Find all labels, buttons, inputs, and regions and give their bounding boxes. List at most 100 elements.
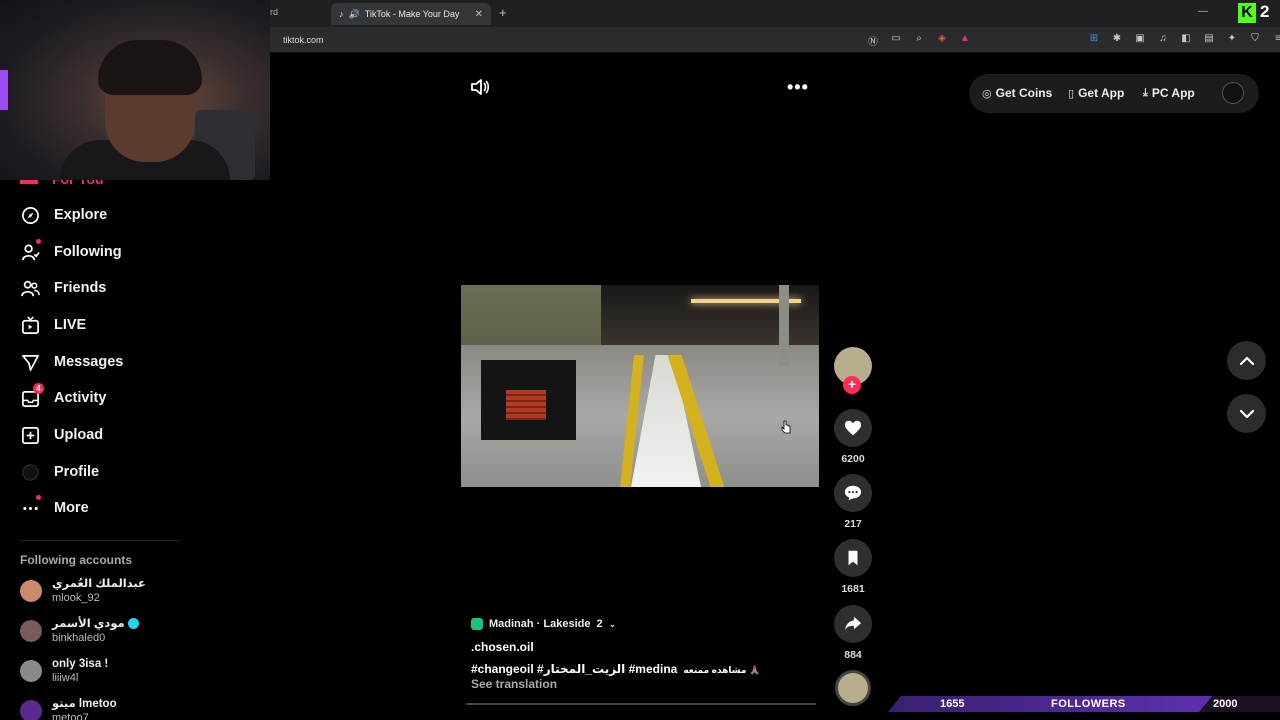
- following-account[interactable]: عبدالملك العُمري mlook_92: [20, 577, 146, 605]
- follow-plus-icon[interactable]: +: [843, 376, 861, 394]
- url-field[interactable]: tiktok.com: [283, 35, 324, 45]
- sidebar-item-live[interactable]: LIVE: [20, 315, 86, 335]
- next-video-button[interactable]: [1227, 394, 1266, 433]
- followers-current: 1655: [940, 698, 965, 710]
- account-username: liiiw4l: [52, 672, 79, 684]
- more-options-icon[interactable]: •••: [787, 78, 809, 96]
- sidebar-item-profile[interactable]: Profile: [20, 462, 99, 482]
- music-icon[interactable]: ♫: [1156, 33, 1170, 44]
- location-tag[interactable]: Madinah · Lakeside 2 ⌄: [471, 615, 616, 633]
- goal-bar-fill: [888, 696, 1212, 712]
- share-arrow-icon: [834, 605, 872, 643]
- vpn-icon[interactable]: ⛉: [1248, 33, 1262, 44]
- kick-logo-icon: K: [1238, 3, 1256, 23]
- followers-label: FOLLOWERS: [1051, 698, 1126, 710]
- pc-app-button[interactable]: ⤓ PC App: [1143, 86, 1195, 100]
- partial-tab[interactable]: rd: [270, 7, 278, 17]
- account-username: metoo7: [52, 712, 89, 720]
- following-account[interactable]: ميتو lmetoo metoo7: [20, 697, 117, 720]
- brave-shield-icon[interactable]: ◈: [935, 33, 949, 48]
- sidebar-item-upload[interactable]: Upload: [20, 425, 103, 445]
- music-disc-icon[interactable]: [835, 670, 871, 706]
- avatar: [20, 580, 42, 602]
- comment-bubble-icon: [834, 474, 872, 512]
- webcam-overlay: [0, 0, 270, 180]
- sidebar-toggle-icon[interactable]: ◧: [1179, 33, 1193, 44]
- tab-title: TikTok - Make Your Day: [364, 9, 460, 19]
- rgb-light: [0, 70, 8, 110]
- share-button[interactable]: 884: [834, 605, 872, 661]
- get-app-label: Get App: [1078, 86, 1125, 100]
- get-app-button[interactable]: ▯ Get App: [1068, 86, 1124, 100]
- active-tab[interactable]: ♪ 🔊 TikTok - Make Your Day ✕: [331, 3, 491, 25]
- brave-rewards-icon[interactable]: ▲: [958, 33, 972, 48]
- audio-playing-icon[interactable]: 🔊: [349, 9, 360, 20]
- get-coins-label: Get Coins: [995, 86, 1053, 100]
- comment-button[interactable]: 217: [834, 474, 872, 530]
- phone-icon: ▯: [1068, 87, 1075, 100]
- video-pillar: [779, 285, 789, 365]
- sidebar-item-following[interactable]: Following: [20, 239, 122, 262]
- heart-icon: [834, 409, 872, 447]
- sidebar-item-activity[interactable]: 4 Activity: [20, 383, 106, 408]
- hashtags-text[interactable]: #changeoil #الزيت_المختار #medina: [471, 662, 677, 676]
- previous-video-button[interactable]: [1227, 341, 1266, 380]
- reader-icon[interactable]: Ⓝ: [866, 33, 880, 48]
- avatar: [20, 620, 42, 642]
- download-icon: ⤓: [1143, 86, 1148, 99]
- save-button[interactable]: 1681: [834, 539, 872, 595]
- extension-icons: ⊞ ✱ ▣ ♫ ◧ ▤ ✦ ⛉ ≡: [1087, 33, 1280, 44]
- chevron-down-icon: ⌄: [608, 618, 617, 629]
- account-username: mlook_92: [52, 592, 100, 604]
- screen: rd ♪ 🔊 TikTok - Make Your Day ✕ + — K 2 …: [0, 0, 1280, 720]
- user-avatar[interactable]: [1222, 82, 1244, 104]
- screenshot-icon[interactable]: ▣: [1133, 33, 1147, 44]
- account-display-name: ميتو lmetoo: [52, 698, 117, 710]
- sidebar-item-more[interactable]: More: [20, 495, 89, 518]
- leo-ai-icon[interactable]: ✦: [1225, 33, 1239, 44]
- verified-badge-icon: [127, 618, 139, 630]
- bookmark-icon: [834, 539, 872, 577]
- translate-icon[interactable]: ⊞: [1087, 33, 1101, 44]
- like-count: 6200: [841, 453, 865, 465]
- account-display-name: عبدالملك العُمري: [52, 578, 146, 590]
- compass-icon: [20, 205, 40, 225]
- see-translation-link[interactable]: See translation: [471, 677, 557, 691]
- get-coins-button[interactable]: ◎ Get Coins: [982, 86, 1052, 100]
- following-account[interactable]: مودي الأسمر binkhaled0: [20, 617, 139, 645]
- ellipsis-icon: [20, 495, 41, 518]
- extensions-icon[interactable]: ✱: [1110, 33, 1124, 44]
- video-author[interactable]: .chosen.oil: [471, 640, 534, 654]
- account-display-name: مودي الأسمر: [52, 617, 139, 631]
- sidebar-item-explore[interactable]: Explore: [20, 205, 107, 225]
- minimize-window-button[interactable]: —: [1198, 6, 1208, 17]
- zoom-icon[interactable]: ⌕: [912, 33, 926, 48]
- notification-dot: [36, 239, 41, 244]
- video-hashtags[interactable]: #changeoil #الزيت_المختار #medina مشاهده …: [471, 662, 760, 676]
- avatar: [20, 700, 42, 720]
- sidebar-item-messages[interactable]: Messages: [20, 352, 123, 372]
- sidebar-divider: [20, 540, 180, 541]
- sidebar-item-label: LIVE: [54, 317, 87, 333]
- video-progress-bar[interactable]: [466, 703, 816, 705]
- sidebar-item-label: More: [54, 500, 89, 516]
- following-account[interactable]: only 3isa ! liiiw4l: [20, 657, 108, 685]
- address-icons: Ⓝ ▭ ⌕ ◈ ▲: [866, 33, 972, 48]
- wallet-icon[interactable]: ▤: [1202, 33, 1216, 44]
- plus-square-icon: [20, 425, 40, 445]
- video-red-toolbox: [506, 390, 546, 420]
- save-count: 1681: [841, 583, 865, 595]
- streamer-hair: [98, 40, 202, 95]
- chevron-up-icon: [1239, 356, 1254, 365]
- sidebar-item-friends[interactable]: Friends: [20, 278, 106, 298]
- friends-icon: [20, 278, 40, 298]
- volume-icon[interactable]: [470, 78, 490, 96]
- video-player[interactable]: [461, 285, 819, 487]
- close-tab-icon[interactable]: ✕: [475, 9, 483, 20]
- live-tv-icon: [20, 315, 40, 335]
- new-tab-button[interactable]: +: [499, 5, 507, 20]
- like-button[interactable]: 6200: [834, 409, 872, 465]
- share-count: 884: [844, 649, 862, 661]
- cast-icon[interactable]: ▭: [889, 33, 903, 48]
- menu-icon[interactable]: ≡: [1271, 33, 1280, 44]
